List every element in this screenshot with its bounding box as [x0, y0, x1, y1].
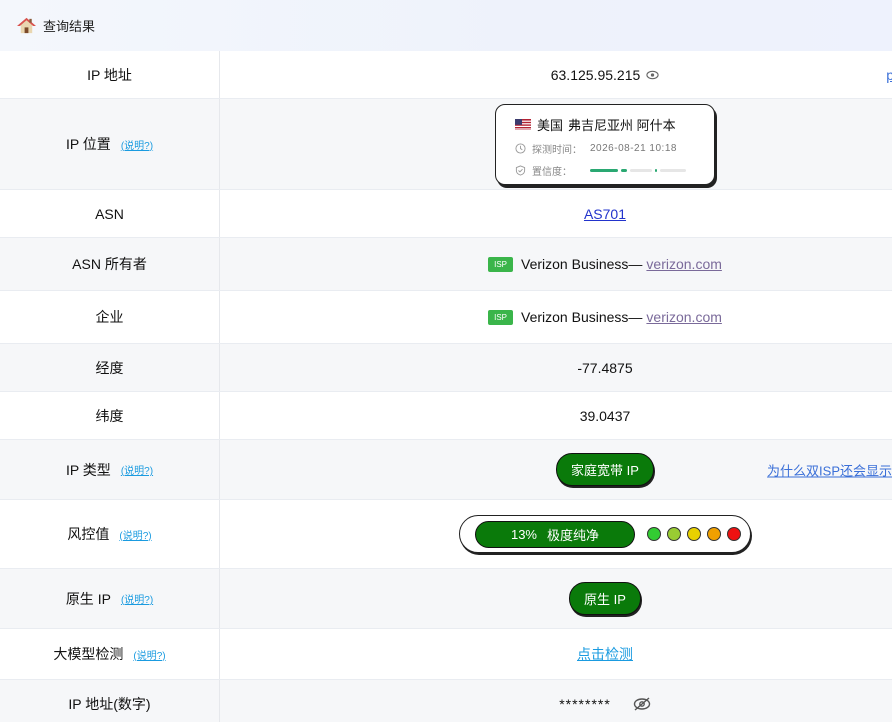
ip-numeric-masked: ******** — [559, 695, 611, 712]
risk-dot-5 — [727, 527, 741, 541]
longitude-value: -77.4875 — [577, 359, 633, 376]
clock-icon — [515, 143, 526, 154]
help-link[interactable]: (说明?) — [133, 647, 165, 662]
asn-owner-name: Verizon Business— — [521, 256, 643, 272]
page-title: 查询结果 — [43, 19, 96, 34]
risk-percent: 13% — [510, 526, 537, 542]
risk-meter: 13% 极度纯净 — [459, 515, 751, 553]
row-company: 企业 ISP Verizon Business— verizon.com — [0, 291, 892, 344]
row-ip-location: IP 位置 (说明?) 美国 弗吉尼亚州 阿什本 探测时间： 2026-08-2… — [0, 99, 892, 190]
row-label: 大模型检测 (说明?) — [0, 629, 220, 679]
latitude-value: 39.0437 — [579, 407, 631, 424]
row-asn-owner: ASN 所有者 ISP Verizon Business— verizon.co… — [0, 238, 892, 291]
row-ip-address: IP 地址 63.125.95.215 p — [0, 51, 892, 99]
row-label: IP 类型 (说明?) — [0, 440, 220, 499]
asn-owner-link[interactable]: verizon.com — [646, 256, 721, 272]
results-header: 查询结果 — [0, 0, 892, 51]
row-label: 纬度 — [0, 392, 220, 439]
ip-address-value: 63.125.95.215 — [550, 66, 641, 83]
row-ip-type: IP 类型 (说明?) 家庭宽带 IP 为什么双ISP还会显示 — [0, 440, 892, 500]
isp-badge: ISP — [488, 256, 514, 272]
detect-link[interactable]: 点击检测 — [577, 644, 633, 664]
row-risk-score: 风控值 (说明?) 13% 极度纯净 — [0, 500, 892, 569]
company-name: Verizon Business— — [521, 309, 643, 325]
location-region: 弗吉尼亚州 阿什本 — [568, 118, 676, 133]
row-label: IP 地址(数字) — [0, 680, 220, 722]
confidence-bar — [590, 169, 686, 172]
risk-score-pill: 13% 极度纯净 — [475, 520, 635, 548]
help-link[interactable]: (说明?) — [121, 591, 153, 606]
row-llm-detect: 大模型检测 (说明?) 点击检测 — [0, 629, 892, 680]
row-label: 风控值 (说明?) — [0, 500, 220, 568]
row-label: IP 位置 (说明?) — [0, 99, 220, 189]
risk-dot-1 — [647, 527, 661, 541]
row-label: 经度 — [0, 344, 220, 391]
risk-dot-4 — [707, 527, 721, 541]
help-link[interactable]: (说明?) — [121, 137, 153, 152]
us-flag-icon — [515, 119, 531, 130]
eye-off-icon[interactable] — [633, 696, 651, 711]
row-latitude: 纬度 39.0437 — [0, 392, 892, 440]
dual-isp-help-link[interactable]: 为什么双ISP还会显示 — [767, 460, 892, 479]
help-link[interactable]: (说明?) — [121, 462, 153, 477]
location-card: 美国 弗吉尼亚州 阿什本 探测时间： 2026-08-21 10:18 置信度： — [495, 104, 715, 185]
risk-level: 极度纯净 — [547, 527, 600, 543]
ip-type-badge: 家庭宽带 IP — [556, 453, 654, 486]
eye-icon[interactable] — [646, 70, 659, 80]
row-label: 企业 — [0, 291, 220, 343]
row-label: IP 地址 — [0, 51, 220, 98]
company-link[interactable]: verizon.com — [646, 309, 721, 325]
risk-dot-3 — [687, 527, 701, 541]
risk-dots — [647, 527, 741, 541]
row-label: ASN 所有者 — [0, 238, 220, 290]
row-ip-numeric: IP 地址(数字) ******** — [0, 680, 892, 722]
side-link[interactable]: p — [886, 67, 892, 83]
row-label: 原生 IP (说明?) — [0, 569, 220, 628]
time-value: 2026-08-21 10:18 — [590, 143, 677, 154]
risk-dot-2 — [667, 527, 681, 541]
isp-badge: ISP — [488, 309, 514, 325]
home-icon — [17, 17, 36, 34]
location-country: 美国 — [537, 118, 564, 133]
row-asn: ASN AS701 — [0, 190, 892, 238]
native-ip-badge: 原生 IP — [569, 582, 641, 615]
help-link[interactable]: (说明?) — [119, 527, 151, 542]
row-longitude: 经度 -77.4875 — [0, 344, 892, 392]
time-label: 探测时间： — [532, 145, 582, 156]
shield-check-icon — [515, 165, 526, 176]
row-native-ip: 原生 IP (说明?) 原生 IP — [0, 569, 892, 629]
row-label: ASN — [0, 190, 220, 237]
asn-link[interactable]: AS701 — [584, 206, 626, 222]
confidence-label: 置信度： — [532, 167, 572, 178]
